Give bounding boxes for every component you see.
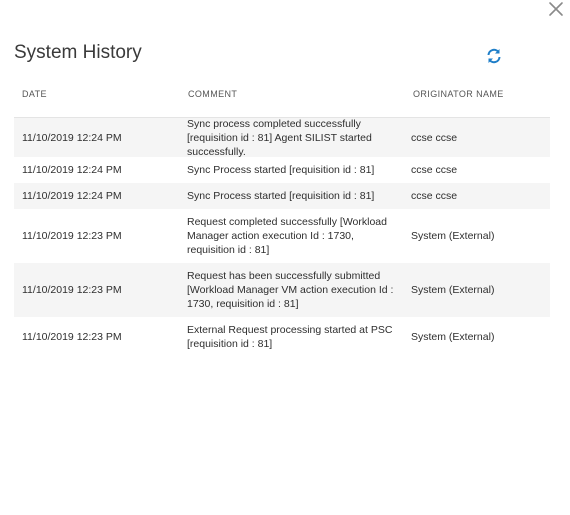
cell-date: 11/10/2019 12:23 PM xyxy=(22,284,122,296)
cell-comment: Request completed successfully [Workload… xyxy=(187,216,387,256)
table-header: DATE COMMENT ORIGINATOR NAME xyxy=(14,80,550,118)
cell-comment: Sync Process started [requisition id : 8… xyxy=(187,164,375,176)
table-row[interactable]: 11/10/2019 12:24 PM Sync Process started… xyxy=(14,183,550,209)
cell-comment: External Request processing started at P… xyxy=(187,324,393,350)
column-header-originator[interactable]: ORIGINATOR NAME xyxy=(413,89,504,99)
cell-originator: System (External) xyxy=(411,284,495,296)
column-header-comment[interactable]: COMMENT xyxy=(188,89,237,99)
refresh-button[interactable] xyxy=(485,47,503,65)
cell-date: 11/10/2019 12:23 PM xyxy=(22,331,122,343)
refresh-icon xyxy=(487,48,501,64)
cell-date: 11/10/2019 12:24 PM xyxy=(22,190,122,202)
cell-originator: ccse ccse xyxy=(411,131,458,144)
history-table: DATE COMMENT ORIGINATOR NAME 11/10/2019 … xyxy=(14,80,550,357)
close-icon xyxy=(549,2,563,16)
cell-originator: ccse ccse xyxy=(411,164,458,176)
table-row[interactable]: 11/10/2019 12:23 PM Request completed su… xyxy=(14,209,550,263)
close-button[interactable] xyxy=(545,0,567,22)
table-row[interactable]: 11/10/2019 12:23 PM External Request pro… xyxy=(14,317,550,357)
cell-date: 11/10/2019 12:24 PM xyxy=(22,164,122,176)
cell-originator: ccse ccse xyxy=(411,190,458,202)
column-header-date[interactable]: DATE xyxy=(22,89,47,99)
table-row[interactable]: 11/10/2019 12:23 PM Request has been suc… xyxy=(14,263,550,317)
table-row[interactable]: 11/10/2019 12:24 PM Sync Process started… xyxy=(14,157,550,183)
table-row[interactable]: 11/10/2019 12:24 PM Sync process complet… xyxy=(14,117,550,158)
table-body: 11/10/2019 12:24 PM Sync process complet… xyxy=(14,118,550,357)
cell-originator: System (External) xyxy=(411,331,495,343)
cell-date: 11/10/2019 12:24 PM xyxy=(22,131,122,144)
dialog-title: System History xyxy=(14,42,142,63)
cell-comment: Sync Process started [requisition id : 8… xyxy=(187,190,375,202)
cell-originator: System (External) xyxy=(411,230,495,242)
cell-comment: Request has been successfully submitted … xyxy=(187,270,394,310)
cell-date: 11/10/2019 12:23 PM xyxy=(22,230,122,242)
cell-comment: Sync process completed successfully [req… xyxy=(187,117,372,158)
